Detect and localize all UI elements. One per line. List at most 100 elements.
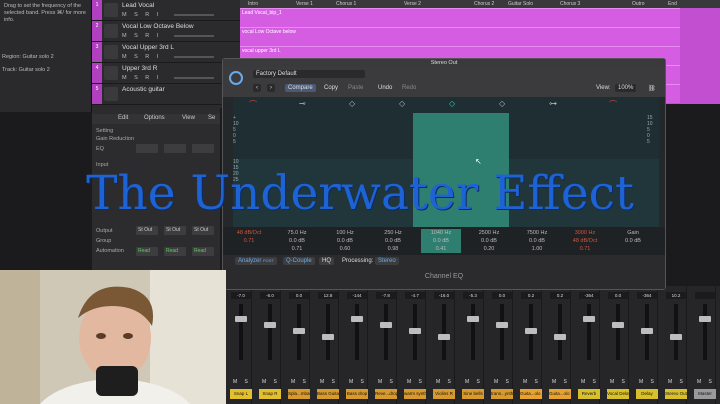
track-name[interactable]: Upper 3rd R	[122, 65, 157, 72]
bell-band-icon[interactable]: ◇	[399, 99, 405, 108]
channel-strip[interactable]: 10.2 M S Stereo Out	[665, 286, 687, 404]
volume-fader-handle[interactable]	[380, 322, 392, 328]
volume-fader-handle[interactable]	[322, 334, 334, 340]
link-icon[interactable]: ⛓	[645, 84, 659, 93]
automation-mode[interactable]: Read	[192, 247, 214, 256]
channel-name[interactable]: Reve...drop	[375, 389, 397, 399]
channel-strip[interactable]: 0.2 M S Guita...olo 1	[520, 286, 542, 404]
marker-outro[interactable]: Outro	[632, 1, 645, 7]
track-header[interactable]: 2 Vocal Low Octave Below M S R I	[92, 21, 240, 42]
channel-strip[interactable]: -5.3 M S Sine bells	[462, 286, 484, 404]
track-volume-slider[interactable]	[174, 14, 214, 16]
automation-mode[interactable]: Read	[136, 247, 158, 256]
volume-readout[interactable]: -16.0	[434, 292, 454, 299]
volume-fader-track[interactable]	[239, 304, 243, 360]
volume-readout[interactable]: 10.2	[666, 292, 686, 299]
undo-button[interactable]: Undo	[375, 84, 395, 92]
band-parameter-column[interactable]: 1040 Hz 0.0 dB 0.41	[421, 229, 461, 253]
marker-verse-2[interactable]: Verse 2	[404, 1, 421, 7]
volume-readout[interactable]: -364	[637, 292, 657, 299]
band-parameter-column[interactable]: 2500 Hz 0.0 dB 0.20	[469, 229, 509, 253]
band-parameter-column[interactable]: 75.0 Hz 0.0 dB 0.71	[277, 229, 317, 253]
volume-readout[interactable]: 0.0	[289, 292, 309, 299]
volume-fader-handle[interactable]	[351, 316, 363, 322]
mute-solo-buttons[interactable]: M S	[494, 379, 512, 385]
highpass-icon[interactable]: ⌒	[249, 99, 257, 110]
band-gain[interactable]: 0.0 dB	[325, 237, 365, 245]
zoom-menu[interactable]: 100%	[615, 84, 637, 92]
previous-preset-button[interactable]: ‹	[253, 84, 261, 92]
volume-readout[interactable]: -6.0	[260, 292, 280, 299]
volume-readout[interactable]	[695, 292, 715, 299]
volume-fader-handle[interactable]	[612, 322, 624, 328]
volume-fader-track[interactable]	[500, 304, 504, 360]
volume-readout[interactable]: -144	[347, 292, 367, 299]
copy-button[interactable]: Copy	[321, 84, 341, 92]
menu-options[interactable]: Options	[144, 115, 165, 121]
bell-band-icon[interactable]: ◇	[349, 99, 355, 108]
menu-more[interactable]: Se	[208, 115, 215, 121]
channel-strip[interactable]: -144 M S Bass drop	[346, 286, 368, 404]
track-name[interactable]: Vocal Low Octave Below	[122, 23, 194, 30]
mute-solo-buttons[interactable]: M S	[233, 379, 251, 385]
channel-strip[interactable]: -7.8 M S Reve...drop	[375, 286, 397, 404]
track-header[interactable]: 3 Vocal Upper 3rd L M S R I	[92, 42, 240, 63]
track-inspector-label[interactable]: Track: Guitar solo 2	[2, 67, 50, 73]
volume-fader-handle[interactable]	[583, 316, 595, 322]
eq-thumbnail[interactable]	[164, 144, 186, 153]
band-gain[interactable]: 0.0 dB	[373, 237, 413, 245]
band-q[interactable]: 1.00	[517, 245, 557, 253]
volume-fader-track[interactable]	[268, 304, 272, 360]
band-frequency[interactable]: 3000 Hz	[565, 229, 605, 237]
volume-readout[interactable]: 0.2	[550, 292, 570, 299]
band-gain[interactable]: 48 dB/Oct	[565, 237, 605, 245]
volume-fader-handle[interactable]	[496, 322, 508, 328]
high-shelf-icon[interactable]: ⊶	[549, 99, 557, 108]
volume-fader-handle[interactable]	[641, 328, 653, 334]
channel-strip[interactable]: 0.0 M S Spla...mbal	[288, 286, 310, 404]
timeline-ruler[interactable]: Intro Verse 1 Chorus 1 Verse 2 Chorus 2 …	[240, 0, 720, 8]
channel-name[interactable]: trans...ynth	[491, 389, 513, 399]
volume-readout[interactable]: -5.3	[463, 292, 483, 299]
volume-fader-track[interactable]	[326, 304, 330, 360]
volume-fader-track[interactable]	[616, 304, 620, 360]
volume-fader-track[interactable]	[355, 304, 359, 360]
audio-region[interactable]: vocal Low Octave below	[240, 27, 680, 46]
track-header[interactable]: 1 Lead Vocal M S R I	[92, 0, 240, 21]
track-volume-slider[interactable]	[174, 56, 214, 58]
volume-fader-handle[interactable]	[467, 316, 479, 322]
channel-name[interactable]: Stereo Out	[665, 389, 687, 399]
mute-solo-buttons[interactable]: M S	[262, 379, 280, 385]
channel-strip[interactable]: -4.7 M S warm synth	[404, 286, 426, 404]
channel-name[interactable]: Master	[694, 389, 716, 399]
volume-readout[interactable]: 12.8	[318, 292, 338, 299]
marker-intro[interactable]: Intro	[248, 1, 258, 7]
channel-strip[interactable]: -6.0 M S Snap R	[259, 286, 281, 404]
output-slot[interactable]: St Out	[192, 226, 214, 235]
bell-band-icon[interactable]: ◇	[449, 99, 455, 108]
volume-fader-handle[interactable]	[264, 322, 276, 328]
channel-name[interactable]: warm synth	[404, 389, 426, 399]
band-frequency[interactable]: 250 Hz	[373, 229, 413, 237]
output-slot[interactable]: St Out	[164, 226, 186, 235]
bell-band-icon[interactable]: ◇	[499, 99, 505, 108]
band-frequency[interactable]: 2500 Hz	[469, 229, 509, 237]
channel-name[interactable]: Bass Guitar	[317, 389, 339, 399]
volume-fader-track[interactable]	[674, 304, 678, 360]
marker-chorus-3[interactable]: Chorus 3	[560, 1, 580, 7]
marker-guitar-solo[interactable]: Guitar Solo	[508, 1, 533, 7]
mute-solo-buttons[interactable]: M S	[581, 379, 599, 385]
band-parameter-column[interactable]: 3000 Hz 48 dB/Oct 0.71	[565, 229, 605, 253]
band-parameter-column[interactable]: 7500 Hz 0.0 dB 1.00	[517, 229, 557, 253]
mute-solo-buttons[interactable]: M S	[697, 379, 715, 385]
band-parameter-column[interactable]: 100 Hz 0.0 dB 0.60	[325, 229, 365, 253]
preset-menu[interactable]: Factory Default	[253, 70, 365, 78]
channel-strip[interactable]: -364 M S Reverb	[578, 286, 600, 404]
q-couple-button[interactable]: Q-Couple	[283, 257, 315, 265]
volume-readout[interactable]: 0.0	[608, 292, 628, 299]
next-preset-button[interactable]: ›	[267, 84, 275, 92]
mute-solo-buttons[interactable]: M S	[552, 379, 570, 385]
output-slot[interactable]: St Out	[136, 226, 158, 235]
marker-chorus-1[interactable]: Chorus 1	[336, 1, 356, 7]
selected-band-area[interactable]	[413, 113, 509, 159]
